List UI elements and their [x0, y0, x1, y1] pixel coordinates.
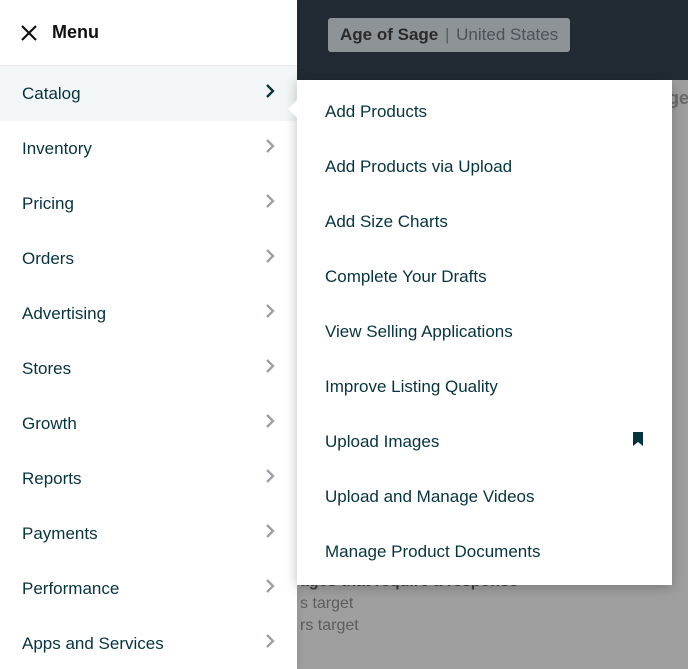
- menu-item-label: Growth: [22, 414, 77, 434]
- chevron-right-icon: [265, 303, 275, 324]
- menu-item[interactable]: Inventory: [0, 121, 297, 176]
- submenu-item-label: Manage Product Documents: [325, 542, 540, 562]
- submenu-item-label: View Selling Applications: [325, 322, 513, 342]
- menu-item[interactable]: Growth: [0, 396, 297, 451]
- submenu-item[interactable]: Add Size Charts: [297, 194, 672, 249]
- main-menu-panel: Menu Catalog Inventory Pricing Orders Advert…: [0, 0, 297, 669]
- menu-item[interactable]: Apps and Services: [0, 616, 297, 669]
- catalog-submenu: Add Products Add Products via Upload Add S…: [297, 80, 672, 585]
- submenu-item-label: Add Products: [325, 102, 427, 122]
- menu-header: Menu: [0, 0, 297, 66]
- close-icon[interactable]: [20, 24, 38, 42]
- menu-item-label: Catalog: [22, 84, 81, 104]
- submenu-item-label: Add Size Charts: [325, 212, 448, 232]
- submenu-item[interactable]: Upload Images: [297, 414, 672, 469]
- brand-separator: |: [445, 25, 449, 44]
- submenu-item[interactable]: Add Products via Upload: [297, 139, 672, 194]
- menu-item-label: Payments: [22, 524, 98, 544]
- menu-item-label: Pricing: [22, 194, 74, 214]
- submenu-item-label: Upload Images: [325, 432, 439, 452]
- brand-name: Age of Sage: [340, 25, 438, 44]
- submenu-item[interactable]: View Selling Applications: [297, 304, 672, 359]
- bg-line-3: rs target: [300, 617, 359, 635]
- menu-item-label: Orders: [22, 249, 74, 269]
- menu-item[interactable]: Stores: [0, 341, 297, 396]
- menu-item-label: Stores: [22, 359, 71, 379]
- chevron-right-icon: [265, 468, 275, 489]
- menu-item-label: Performance: [22, 579, 119, 599]
- menu-item-label: Reports: [22, 469, 82, 489]
- chevron-right-icon: [265, 83, 275, 104]
- menu-item-label: Apps and Services: [22, 634, 164, 654]
- submenu-item[interactable]: Complete Your Drafts: [297, 249, 672, 304]
- menu-title: Menu: [52, 22, 99, 43]
- chevron-right-icon: [265, 248, 275, 269]
- chevron-right-icon: [265, 138, 275, 159]
- submenu-item-label: Add Products via Upload: [325, 157, 512, 177]
- submenu-item-label: Improve Listing Quality: [325, 377, 498, 397]
- brand-region: United States: [456, 25, 558, 44]
- flyout-pointer: [288, 98, 299, 120]
- submenu-item[interactable]: Manage Product Documents: [297, 524, 672, 579]
- chevron-right-icon: [265, 578, 275, 599]
- submenu-item[interactable]: Improve Listing Quality: [297, 359, 672, 414]
- menu-list: Catalog Inventory Pricing Orders Advertising…: [0, 66, 297, 669]
- menu-item[interactable]: Performance: [0, 561, 297, 616]
- submenu-item-label: Complete Your Drafts: [325, 267, 487, 287]
- menu-item-label: Inventory: [22, 139, 92, 159]
- bg-line-2: s target: [300, 595, 353, 613]
- chevron-right-icon: [265, 523, 275, 544]
- menu-item[interactable]: Orders: [0, 231, 297, 286]
- menu-item-label: Advertising: [22, 304, 106, 324]
- submenu-item[interactable]: Add Products: [297, 84, 672, 139]
- menu-item[interactable]: Payments: [0, 506, 297, 561]
- submenu-item-label: Upload and Manage Videos: [325, 487, 535, 507]
- menu-item[interactable]: Advertising: [0, 286, 297, 341]
- menu-item[interactable]: Reports: [0, 451, 297, 506]
- menu-item[interactable]: Catalog: [0, 66, 297, 121]
- submenu-item[interactable]: Upload and Manage Videos: [297, 469, 672, 524]
- brand-selector[interactable]: Age of Sage | United States: [328, 18, 570, 52]
- menu-item[interactable]: Pricing: [0, 176, 297, 231]
- bookmark-icon[interactable]: [632, 431, 644, 452]
- chevron-right-icon: [265, 193, 275, 214]
- chevron-right-icon: [265, 413, 275, 434]
- chevron-right-icon: [265, 358, 275, 379]
- chevron-right-icon: [265, 633, 275, 654]
